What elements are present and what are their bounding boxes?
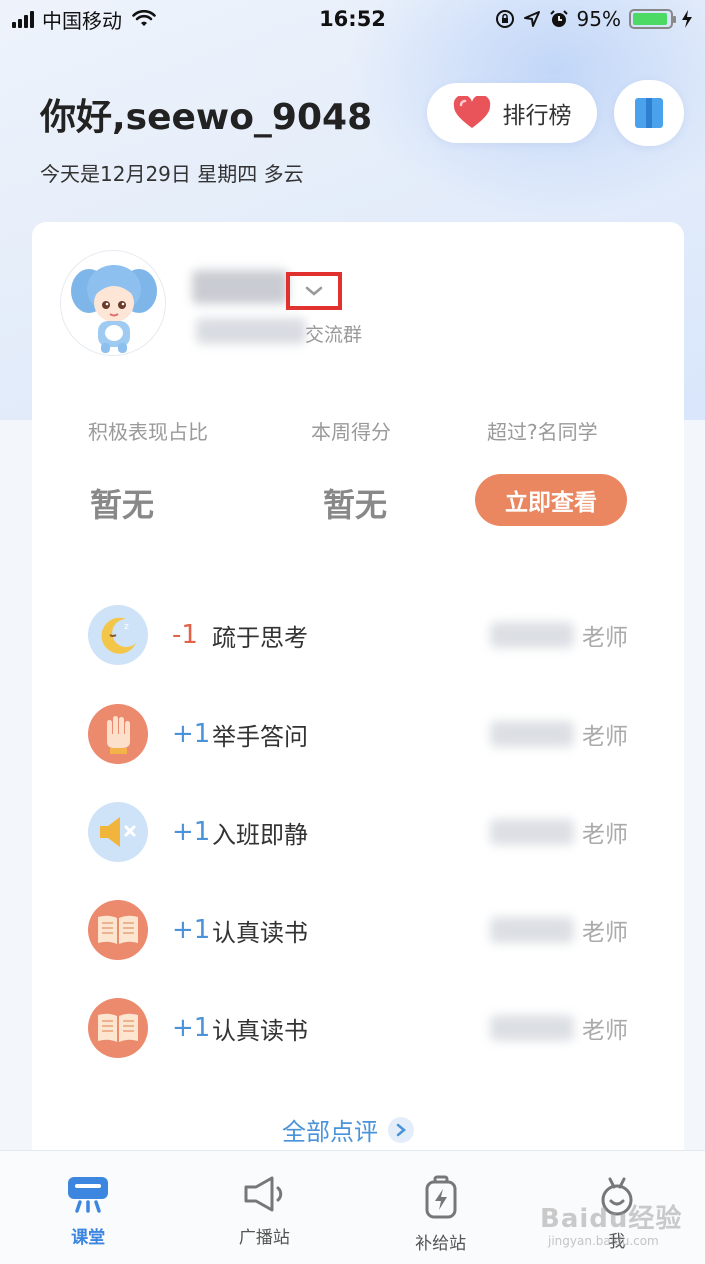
record-title: 举手答问	[212, 722, 308, 751]
battery-percent: 95%	[576, 7, 621, 31]
carrier-label: 中国移动	[42, 8, 122, 33]
elephant-avatar-icon	[71, 265, 157, 353]
tab-label: 补给站	[415, 1234, 467, 1254]
moon-icon: z	[88, 605, 148, 665]
teacher-name-redacted	[490, 622, 574, 648]
book-icon	[635, 98, 663, 128]
charging-icon	[682, 10, 692, 28]
student-switch-dropdown[interactable]	[286, 272, 342, 310]
stat-value-weekly-score: 暂无	[323, 486, 388, 524]
teacher-name-redacted	[490, 819, 574, 845]
wifi-icon	[132, 10, 156, 26]
baidu-watermark: Baidu经验	[540, 1204, 683, 1234]
chevron-down-icon	[305, 286, 323, 296]
tab-supply[interactable]: 补给站	[353, 1151, 529, 1264]
list-item[interactable]: +1 入班即静 老师	[88, 801, 628, 863]
record-score: +1	[172, 719, 211, 749]
record-title: 认真读书	[212, 1016, 308, 1045]
location-icon	[523, 11, 540, 27]
tab-classroom[interactable]: 课堂	[0, 1151, 176, 1264]
list-item[interactable]: +1 认真读书 老师	[88, 997, 628, 1059]
record-teacher: 老师	[582, 822, 628, 848]
group-label: 交流群	[305, 324, 363, 346]
speaker-icon	[244, 1176, 283, 1212]
record-title: 认真读书	[212, 918, 308, 947]
ranking-label: 排行榜	[502, 103, 572, 129]
classroom-icon	[68, 1177, 109, 1213]
teacher-name-redacted	[490, 917, 574, 943]
student-avatar[interactable]	[60, 250, 166, 356]
alarm-icon	[549, 10, 568, 27]
greeting-title: 你好,seewo_9048	[40, 97, 373, 138]
record-teacher: 老师	[582, 1018, 628, 1044]
svg-text:z: z	[124, 622, 129, 632]
view-now-button[interactable]: 立即查看	[475, 474, 627, 526]
stat-label-weekly-score: 本周得分	[311, 420, 391, 444]
all-reviews-link[interactable]: 全部点评	[282, 1112, 414, 1147]
record-teacher: 老师	[582, 724, 628, 750]
tab-broadcast[interactable]: 广播站	[176, 1151, 352, 1264]
record-title: 入班即静	[212, 820, 308, 849]
teacher-name-redacted	[490, 1015, 574, 1041]
raised-hand-icon	[88, 704, 148, 764]
record-score: -1	[172, 620, 198, 650]
record-score: +1	[172, 817, 211, 847]
open-book-icon	[88, 998, 148, 1058]
stat-value-positive-ratio: 暂无	[90, 486, 155, 524]
student-name-redacted	[192, 270, 288, 304]
list-item[interactable]: +1 举手答问 老师	[88, 703, 628, 765]
stat-label-positive-ratio: 积极表现占比	[88, 420, 208, 444]
heart-icon	[453, 96, 490, 128]
list-item[interactable]: z -1 疏于思考 老师	[88, 604, 628, 666]
record-title: 疏于思考	[212, 623, 308, 652]
signal-icon	[12, 10, 34, 28]
list-item[interactable]: +1 认真读书 老师	[88, 899, 628, 961]
tab-label: 广播站	[238, 1228, 290, 1248]
record-teacher: 老师	[582, 625, 628, 651]
date-weather-line: 今天是12月29日 星期四 多云	[40, 162, 304, 186]
book-shelf-button[interactable]	[614, 80, 684, 146]
record-teacher: 老师	[582, 920, 628, 946]
tab-label: 课堂	[71, 1228, 106, 1248]
class-name-redacted	[196, 318, 306, 344]
stat-label-exceeded: 超过?名同学	[487, 420, 598, 444]
record-score: +1	[172, 915, 211, 945]
clock: 16:52	[319, 7, 386, 31]
all-reviews-label: 全部点评	[282, 1118, 378, 1146]
baidu-watermark-url: jingyan.baidu.com	[548, 1234, 659, 1248]
open-book-icon	[88, 900, 148, 960]
battery-icon	[425, 1175, 457, 1219]
status-bar: 中国移动 16:52 95%	[0, 0, 705, 38]
battery-icon	[629, 9, 676, 29]
record-score: +1	[172, 1013, 211, 1043]
chevron-right-icon	[388, 1116, 414, 1143]
mute-speaker-icon	[88, 802, 148, 862]
teacher-name-redacted	[490, 721, 574, 747]
rotation-lock-icon	[495, 10, 514, 28]
ranking-button[interactable]: 排行榜	[427, 83, 597, 143]
